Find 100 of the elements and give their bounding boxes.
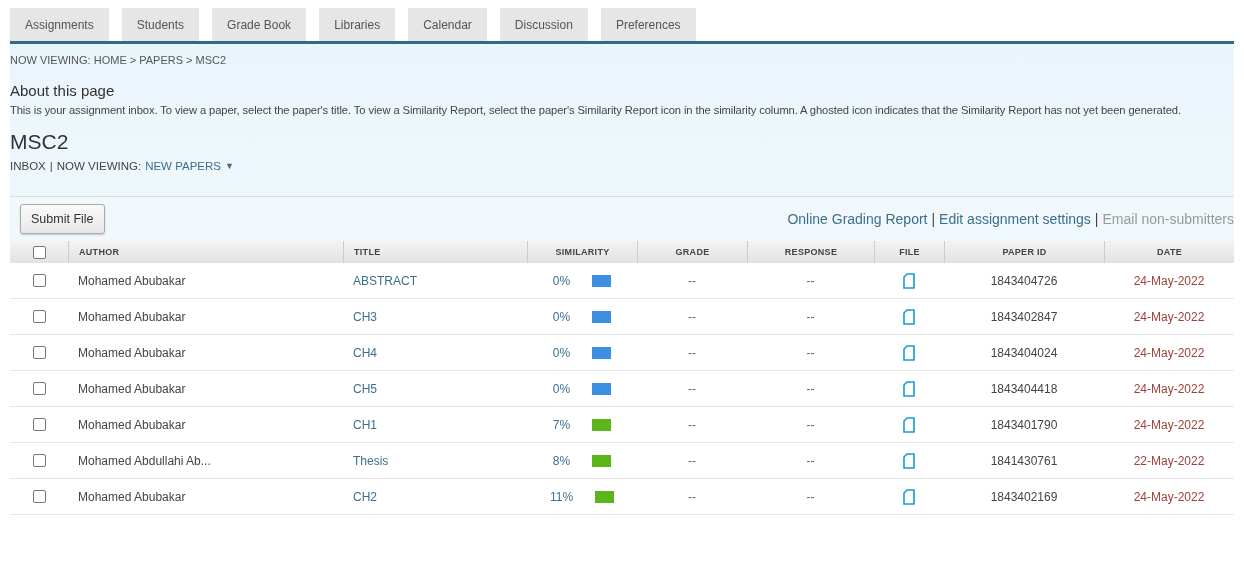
submission-date: 24-May-2022 [1133,309,1205,324]
row-checkbox[interactable] [32,346,46,359]
viewing-label: NOW VIEWING: [56,160,142,172]
paper-title-link[interactable]: Thesis [353,453,389,468]
similarity-bar[interactable] [595,490,615,503]
author-name: Mohamed Abubakar [78,273,186,288]
similarity-score[interactable]: 11% [549,489,574,504]
paper-id: 1843404418 [990,381,1058,396]
separator: | [931,211,936,227]
submission-date: 24-May-2022 [1133,273,1205,288]
response-value: -- [806,345,815,360]
author-name: Mohamed Abubakar [78,309,186,324]
toolbar-link[interactable]: Edit assignment settings [939,211,1091,227]
paper-title-link[interactable]: CH4 [353,345,377,360]
row-checkbox[interactable] [32,310,46,323]
submission-date: 24-May-2022 [1133,381,1205,396]
submission-date: 24-May-2022 [1133,489,1205,504]
paper-title-link[interactable]: CH1 [353,417,377,432]
column-header: FILE [874,241,944,263]
column-header: DATE [1104,241,1234,263]
breadcrumb: NOW VIEWING: HOME > PAPERS > MSC2 [10,54,228,66]
row-checkbox[interactable] [32,382,46,395]
nav-tab[interactable]: Preferences [600,8,696,41]
grade-value: -- [688,489,696,504]
author-name: Mohamed Abubakar [78,489,186,504]
view-filter-link[interactable]: NEW PAPERS [145,160,221,172]
response-value: -- [806,381,815,396]
author-name: Mohamed Abubakar [78,345,186,360]
caret-icon[interactable]: ▼ [224,161,234,171]
author-name: Mohamed Abubakar [78,381,186,396]
nav-tab[interactable]: Calendar [408,8,487,41]
nav-tab[interactable]: Libraries [319,8,396,41]
grade-value: -- [688,453,696,468]
document-icon[interactable] [903,380,915,397]
response-value: -- [806,489,815,504]
similarity-bar[interactable] [592,418,612,431]
toolbar-link[interactable]: Online Grading Report [787,211,928,227]
grade-value: -- [688,309,696,324]
row-checkbox[interactable] [32,274,46,287]
column-header: TITLE [343,241,527,263]
paper-title-link[interactable]: CH5 [353,381,377,396]
author-name: Mohamed Abubakar [78,417,186,432]
similarity-bar[interactable] [592,346,612,359]
grade-value: -- [688,345,696,360]
column-header: PAPER ID [944,241,1104,263]
paper-title-link[interactable]: CH3 [353,309,377,324]
paper-id: 1843404024 [990,345,1058,360]
row-checkbox[interactable] [32,418,46,431]
submission-date: 24-May-2022 [1133,345,1205,360]
document-icon[interactable] [903,344,915,361]
document-icon[interactable] [903,308,915,325]
grade-value: -- [688,381,696,396]
submit-file-button[interactable]: Submit File [20,204,105,234]
response-value: -- [806,417,815,432]
similarity-bar[interactable] [592,454,612,467]
similarity-bar[interactable] [592,274,612,287]
separator: | [49,160,53,172]
document-icon[interactable] [903,416,915,433]
similarity-score[interactable]: 0% [552,309,571,324]
paper-id: 1843402169 [990,489,1058,504]
nav-tab[interactable]: Students [121,8,200,41]
select-all-checkbox[interactable] [32,245,46,259]
column-header: AUTHOR [68,241,343,263]
submission-date: 24-May-2022 [1133,417,1205,432]
similarity-score[interactable]: 0% [552,381,571,396]
document-icon[interactable] [903,272,915,289]
paper-id: 1843401790 [990,417,1058,432]
grade-value: -- [688,273,696,288]
separator: | [1094,211,1099,227]
similarity-score[interactable]: 0% [552,345,571,360]
similarity-score[interactable]: 8% [552,453,571,468]
nav-tab[interactable]: Grade Book [212,8,307,41]
grade-value: -- [688,417,696,432]
paper-title-link[interactable]: CH2 [353,489,377,504]
paper-id: 1841430761 [990,453,1058,468]
section-heading: About this page [10,82,116,99]
response-value: -- [806,453,815,468]
response-value: -- [806,273,815,288]
submission-date: 22-May-2022 [1133,453,1205,468]
paper-id: 1843404726 [990,273,1058,288]
row-checkbox[interactable] [32,490,46,503]
inbox-label: INBOX [10,160,46,172]
nav-tab[interactable]: Discussion [499,8,588,41]
similarity-bar[interactable] [592,382,612,395]
column-header: RESPONSE [747,241,874,263]
row-checkbox[interactable] [32,454,46,467]
response-value: -- [806,309,815,324]
nav-tab[interactable]: Assignments [10,8,109,41]
description-text: This is your assignment inbox. To view a paper, select the paper's title. To view a Similarity Report, select the paper's Similarity Report icon in the similarity column. A ghosted icon indicates that the Similarity Report has not yet been generated. [10,103,1182,118]
paper-title-link[interactable]: ABSTRACT [353,273,417,288]
column-header: SIMILARITY [527,241,637,263]
document-icon[interactable] [903,452,915,469]
similarity-bar[interactable] [592,310,612,323]
assignment-title: MSC2 [10,130,70,154]
paper-id: 1843402847 [990,309,1058,324]
column-header: GRADE [637,241,747,263]
similarity-score[interactable]: 7% [552,417,571,432]
author-name: Mohamed Abdullahi Ab... [78,453,211,468]
similarity-score[interactable]: 0% [552,273,571,288]
document-icon[interactable] [903,488,915,505]
